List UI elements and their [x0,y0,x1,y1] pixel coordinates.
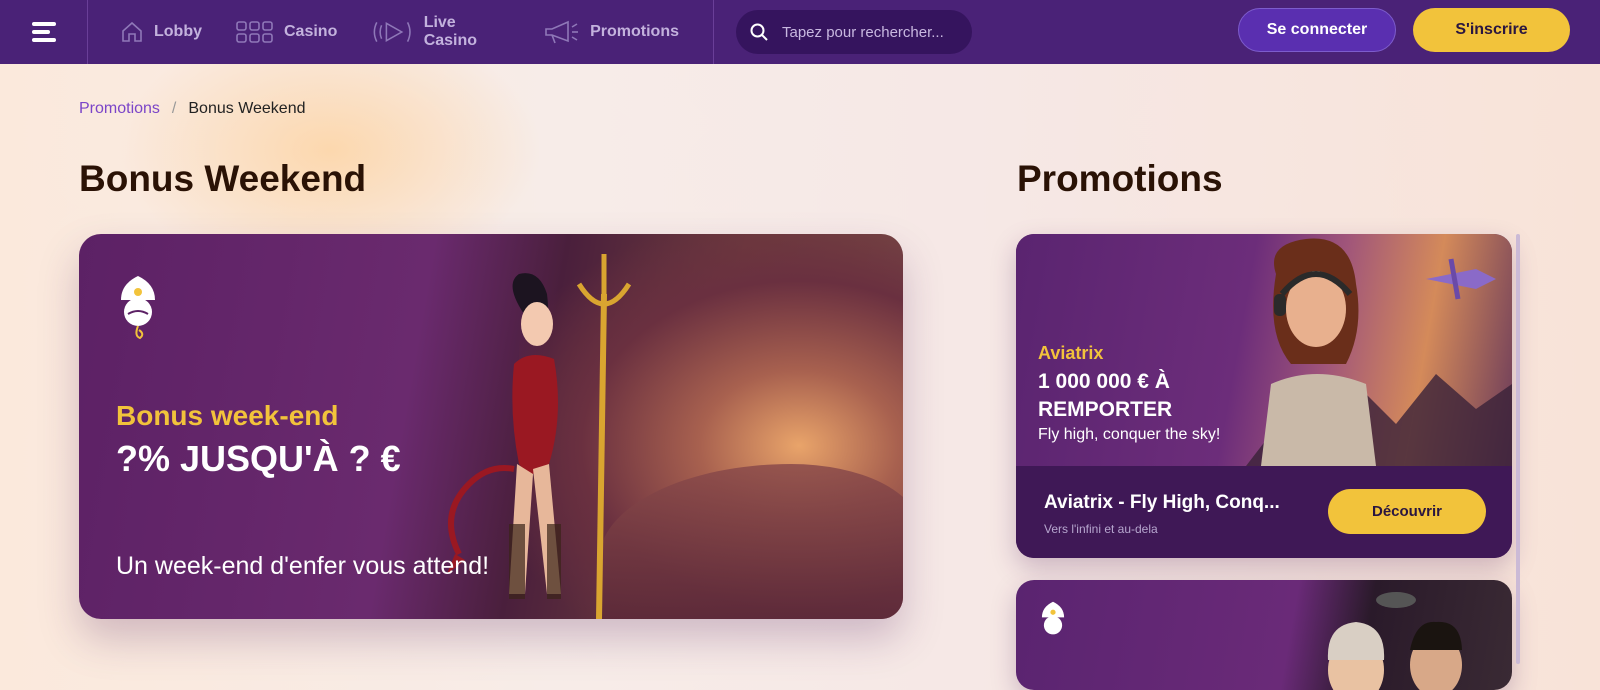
sidebar-scrollbar[interactable] [1516,234,1520,664]
search-input[interactable] [780,22,964,42]
promo-art-name: Aviatrix [1038,343,1104,363]
promo-card-live-casino[interactable] [1016,580,1512,690]
banner-title: Bonus week-end [116,400,339,431]
bonus-weekend-banner: Bonus week-end ?% JUSQU'À ? € Un week-en… [79,234,903,619]
nav-label: Promotions [590,23,679,40]
nav-item-promotions[interactable]: Promotions [544,19,679,45]
page-title: Bonus Weekend [79,158,367,199]
breadcrumb-current: Bonus Weekend [188,100,306,117]
megaphone-icon [545,20,579,44]
banner-subtitle: Un week-end d'enfer vous attend! [116,552,490,580]
signup-button[interactable]: S'inscrire [1413,8,1570,52]
hamburger-icon [31,18,56,46]
promo-art-headline: 1 000 000 € À REMPORTER [1038,370,1173,421]
breadcrumb: Promotions / Bonus Weekend [79,100,306,118]
nav-item-live-casino[interactable]: Live Casino [371,14,510,50]
nav-label: Live Casino [423,14,478,49]
home-icon [122,21,142,42]
promo-card-art: Aviatrix 1 000 000 € À REMPORTER Fly hig… [1016,234,1512,466]
promo-card-aviatrix[interactable]: Aviatrix 1 000 000 € À REMPORTER Fly hig… [1016,234,1512,558]
login-button[interactable]: Se connecter [1238,8,1396,52]
promotions-heading: Promotions [1017,158,1223,199]
menu-button[interactable] [0,0,88,64]
nav-label: Lobby [154,23,202,40]
genie-logo-icon [1041,601,1065,635]
promo-card-description: Vers l'infini et au-dela [1044,522,1158,536]
breadcrumb-link-promotions[interactable]: Promotions [79,100,160,118]
grid-icon [236,21,273,43]
dealers-illustration [1327,592,1462,690]
search-icon [750,23,768,41]
play-icon [373,22,412,42]
nav-label: Casino [284,23,338,40]
promo-art-tagline: Fly high, conquer the sky! [1038,426,1221,443]
discover-button[interactable]: Découvrir [1328,489,1486,534]
banner-amount: ?% JUSQU'À ? € [116,438,401,479]
pilot-illustration [1246,238,1512,466]
promo-card-footer: Aviatrix - Fly High, Conq... Vers l'infi… [1016,466,1512,558]
breadcrumb-separator: / [171,100,177,117]
search-box [736,10,972,54]
nav-item-casino[interactable]: Casino [236,20,337,44]
genie-logo-icon [121,276,155,340]
nav-item-lobby[interactable]: Lobby [120,20,202,44]
main-nav: Lobby Casino Live Casino Promotions [88,0,714,64]
promo-card-title: Aviatrix - Fly High, Conq... [1044,492,1280,513]
top-navigation-bar: Lobby Casino Live Casino Promotions Se c… [0,0,1600,64]
